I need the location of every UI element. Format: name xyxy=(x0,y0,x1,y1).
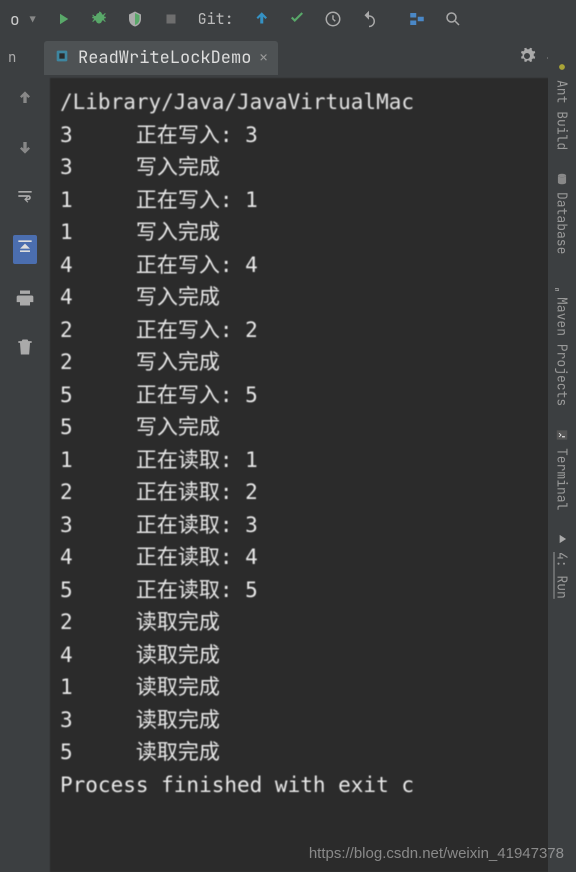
project-structure-button[interactable] xyxy=(408,10,426,28)
maven-tab[interactable]: m Maven Projects xyxy=(554,277,571,406)
java-app-icon xyxy=(54,48,70,69)
debug-button[interactable] xyxy=(90,10,108,28)
console-line: 5 正在写入: 5 xyxy=(60,379,576,412)
console-line: 5 正在读取: 5 xyxy=(60,574,576,607)
terminal-label: Terminal xyxy=(554,448,571,510)
git-history-button[interactable] xyxy=(324,10,342,28)
right-sidebar: Ant Build Database m Maven Projects Term… xyxy=(548,40,576,872)
search-button[interactable] xyxy=(444,10,462,28)
close-tab-button[interactable]: ✕ xyxy=(259,49,267,67)
console-header-line: /Library/Java/JavaVirtualMac xyxy=(60,86,576,119)
git-label: Git: xyxy=(198,9,234,29)
terminal-tab[interactable]: Terminal xyxy=(554,428,571,510)
coverage-button[interactable] xyxy=(126,10,144,28)
svg-text:m: m xyxy=(555,287,563,291)
console-line: 2 正在读取: 2 xyxy=(60,476,576,509)
console-line: Process finished with exit c xyxy=(60,769,576,802)
down-button[interactable] xyxy=(15,137,35,162)
console-line: 4 正在读取: 4 xyxy=(60,541,576,574)
stop-button[interactable] xyxy=(162,10,180,28)
console-line: 3 读取完成 xyxy=(60,704,576,737)
console-output[interactable]: /Library/Java/JavaVirtualMac 3 正在写入: 33 … xyxy=(50,78,576,872)
main-area: /Library/Java/JavaVirtualMac 3 正在写入: 33 … xyxy=(0,78,576,872)
console-line: 2 正在写入: 2 xyxy=(60,314,576,347)
console-line: 1 正在写入: 1 xyxy=(60,184,576,217)
console-line: 1 正在读取: 1 xyxy=(60,444,576,477)
console-line: 3 正在读取: 3 xyxy=(60,509,576,542)
ant-build-tab[interactable]: Ant Build xyxy=(554,60,571,150)
run-config-dropdown[interactable]: o xyxy=(10,9,20,30)
console-line: 5 写入完成 xyxy=(60,411,576,444)
ant-build-label: Ant Build xyxy=(554,80,571,150)
console-line: 1 读取完成 xyxy=(60,671,576,704)
git-update-button[interactable] xyxy=(252,10,270,28)
console-line: 2 读取完成 xyxy=(60,606,576,639)
watermark: https://blog.csdn.net/weixin_41947378 xyxy=(309,845,564,862)
console-line: 4 正在写入: 4 xyxy=(60,249,576,282)
print-button[interactable] xyxy=(15,288,35,313)
git-revert-button[interactable] xyxy=(360,10,378,28)
settings-button[interactable] xyxy=(518,47,536,70)
run-tab-side[interactable]: 4: Run xyxy=(554,532,571,599)
console-line: 2 写入完成 xyxy=(60,346,576,379)
console-line: 1 写入完成 xyxy=(60,216,576,249)
dropdown-arrow-icon[interactable]: ▼ xyxy=(30,13,36,26)
database-tab[interactable]: Database xyxy=(554,172,571,254)
console-line: 4 写入完成 xyxy=(60,281,576,314)
rerun-button[interactable] xyxy=(15,88,35,113)
run-tab[interactable]: ReadWriteLockDemo ✕ xyxy=(44,41,278,75)
git-commit-button[interactable] xyxy=(288,10,306,28)
console-line: 4 读取完成 xyxy=(60,639,576,672)
run-side-label: 4: Run xyxy=(554,552,571,599)
scroll-to-end-button[interactable] xyxy=(13,235,37,264)
console-line: 5 读取完成 xyxy=(60,736,576,769)
database-label: Database xyxy=(554,192,571,254)
tab-title: ReadWriteLockDemo xyxy=(78,47,251,69)
tool-window-label: n: xyxy=(8,49,18,67)
top-toolbar: o ▼ Git: xyxy=(0,0,576,38)
run-button[interactable] xyxy=(54,10,72,28)
soft-wrap-button[interactable] xyxy=(15,186,35,211)
maven-label: Maven Projects xyxy=(554,297,571,406)
console-line: 3 正在写入: 3 xyxy=(60,119,576,152)
run-tool-window-header: n: ReadWriteLockDemo ✕ — xyxy=(0,38,576,78)
run-gutter xyxy=(0,78,50,872)
delete-button[interactable] xyxy=(15,337,35,362)
console-line: 3 写入完成 xyxy=(60,151,576,184)
